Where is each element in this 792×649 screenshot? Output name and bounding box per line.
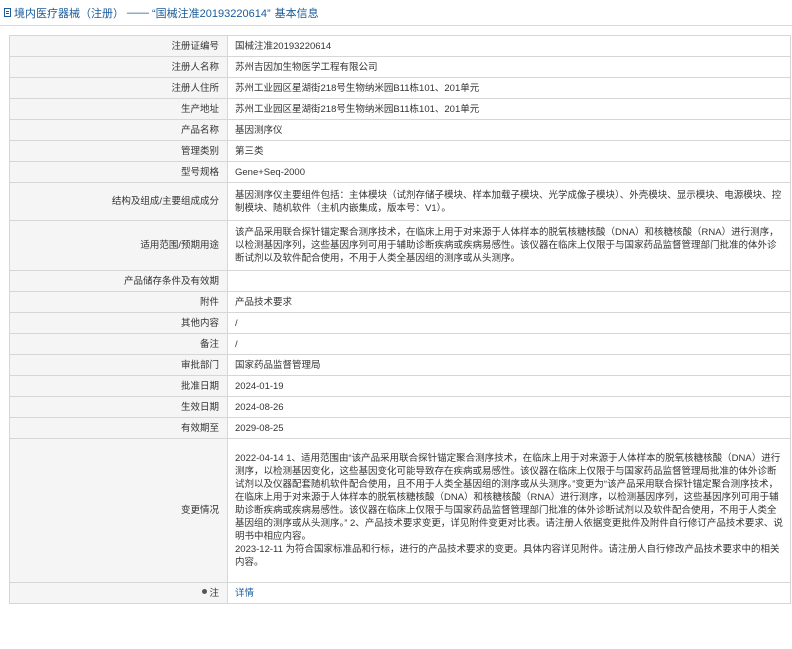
change-entry: 2022-04-14 1、适用范围由“该产品采用联合探针锚定聚合测序技术，在临床… (235, 453, 783, 542)
row-value: 2024-01-19 (227, 375, 791, 397)
table-row: 审批部门 国家药品监督管理局 (9, 354, 791, 376)
table-row: 型号规格 Gene+Seq-2000 (9, 161, 791, 183)
table-row: 注册人名称 苏州吉因加生物医学工程有限公司 (9, 56, 791, 78)
row-label: 注 (209, 587, 219, 599)
page-header: 境内医疗器械（注册） —— “国械注准20193220614” 基本信息 (0, 0, 792, 26)
change-history: 2022-04-14 1、适用范围由“该产品采用联合探针锚定聚合测序技术，在临床… (227, 438, 791, 583)
row-label: 有效期至 (9, 417, 228, 439)
table-row: 注册证编号 国械注准20193220614 (9, 35, 791, 57)
row-label: 型号规格 (9, 161, 228, 183)
registration-info-table: 注册证编号 国械注准20193220614 注册人名称 苏州吉因加生物医学工程有… (9, 35, 791, 604)
row-label: 审批部门 (9, 354, 228, 376)
row-label: 注册人名称 (9, 56, 228, 78)
row-label: 备注 (9, 333, 228, 355)
details-link[interactable]: 详情 (235, 588, 254, 599)
table-row: 附件 产品技术要求 (9, 291, 791, 313)
row-label: 管理类别 (9, 140, 228, 162)
row-value: 苏州工业园区星湖街218号生物纳米园B11栋101、201单元 (227, 98, 791, 120)
row-value: 基因测序仪 (227, 119, 791, 141)
header-separator: —— (127, 6, 149, 19)
row-value: 第三类 (227, 140, 791, 162)
category-link[interactable]: 境内医疗器械（注册） (14, 5, 124, 21)
row-label: 注册人住所 (9, 77, 228, 99)
row-label: 适用范围/预期用途 (9, 220, 228, 271)
page-title: “国械注准20193220614” (152, 7, 271, 20)
row-label: 产品储存条件及有效期 (9, 270, 228, 292)
table-row: 其他内容 / (9, 312, 791, 334)
table-row: 生产地址 苏州工业园区星湖街218号生物纳米园B11栋101、201单元 (9, 98, 791, 120)
table-row-change: 变更情况 2022-04-14 1、适用范围由“该产品采用联合探针锚定聚合测序技… (9, 438, 791, 583)
table-row: 批准日期 2024-01-19 (9, 375, 791, 397)
row-value: 国家药品监督管理局 (227, 354, 791, 376)
pin-icon (202, 589, 208, 595)
page-title-suffix: 基本信息 (274, 7, 319, 20)
row-value: 苏州工业园区星湖街218号生物纳米园B11栋101、201单元 (227, 77, 791, 99)
row-label: 结构及组成/主要组成成分 (9, 182, 228, 221)
row-value (227, 270, 791, 292)
row-value: 2024-08-26 (227, 396, 791, 418)
row-value: 国械注准20193220614 (227, 35, 791, 57)
row-label: 其他内容 (9, 312, 228, 334)
table-row: 产品储存条件及有效期 (9, 270, 791, 292)
notes-label-cell: 注 (9, 582, 228, 604)
table-row: 有效期至 2029-08-25 (9, 417, 791, 439)
row-value: / (227, 312, 791, 334)
row-value: 2029-08-25 (227, 417, 791, 439)
row-value: Gene+Seq-2000 (227, 161, 791, 183)
row-label: 注册证编号 (9, 35, 228, 57)
table-row-notes: 注 详情 (9, 582, 791, 604)
table-row: 结构及组成/主要组成成分 基因测序仪主要组件包括：主体模块（试剂存储子模块、样本… (9, 182, 791, 221)
row-label: 附件 (9, 291, 228, 313)
row-label: 生效日期 (9, 396, 228, 418)
row-label: 变更情况 (9, 438, 228, 583)
row-label: 生产地址 (9, 98, 228, 120)
row-value: 该产品采用联合探针锚定聚合测序技术，在临床上用于对来源于人体样本的脱氧核糖核酸（… (227, 220, 791, 271)
table-row: 注册人住所 苏州工业园区星湖街218号生物纳米园B11栋101、201单元 (9, 77, 791, 99)
row-label: 批准日期 (9, 375, 228, 397)
table-row: 产品名称 基因测序仪 (9, 119, 791, 141)
table-row: 适用范围/预期用途 该产品采用联合探针锚定聚合测序技术，在临床上用于对来源于人体… (9, 220, 791, 271)
row-value: 产品技术要求 (227, 291, 791, 313)
row-value: 苏州吉因加生物医学工程有限公司 (227, 56, 791, 78)
document-icon (4, 8, 11, 17)
change-entry: 2023-12-11 为符合国家标准品和行标，进行的产品技术要求的变更。具体内容… (235, 544, 780, 568)
table-row: 管理类别 第三类 (9, 140, 791, 162)
table-row: 生效日期 2024-08-26 (9, 396, 791, 418)
row-label: 产品名称 (9, 119, 228, 141)
table-row: 备注 / (9, 333, 791, 355)
notes-cell: 详情 (227, 582, 791, 604)
row-value: 基因测序仪主要组件包括：主体模块（试剂存储子模块、样本加载子模块、光学成像子模块… (227, 182, 791, 221)
row-value: / (227, 333, 791, 355)
